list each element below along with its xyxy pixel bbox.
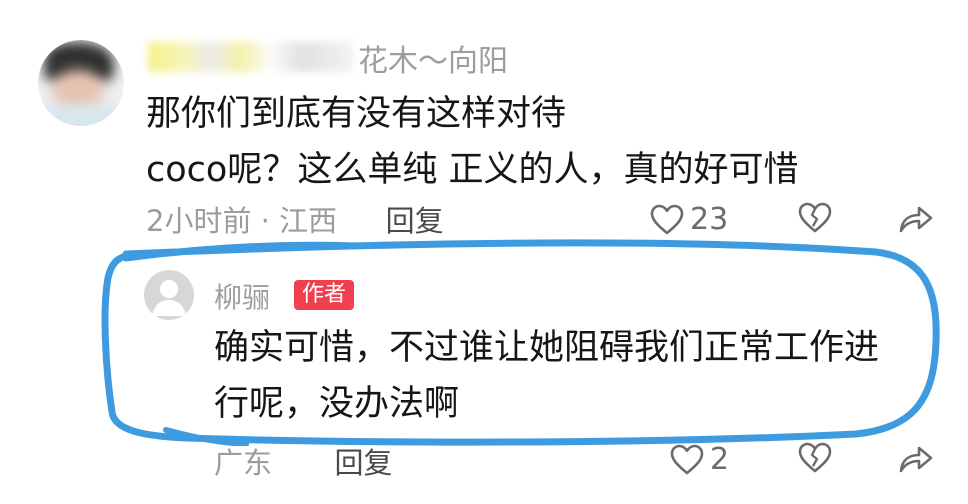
reply-line: 确实可惜，不过谁让她阻碍我们正常工作进 xyxy=(214,328,880,368)
reply-body: 确实可惜，不过谁让她阻碍我们正常工作进 行呢，没办法啊 xyxy=(214,320,934,432)
reply-like-button[interactable]: 2 xyxy=(670,442,729,477)
reply-share-button[interactable] xyxy=(898,444,934,474)
meta-dot: · xyxy=(260,204,270,238)
reply-avatar[interactable] xyxy=(144,270,194,320)
comment-share-button[interactable] xyxy=(898,204,934,234)
comment-dislike-button[interactable] xyxy=(798,202,832,234)
avatar-blur-shirt xyxy=(38,104,124,126)
reply-meta: 广东 回复 xyxy=(214,440,392,482)
reply-line: 行呢，没办法啊 xyxy=(214,384,460,424)
reply-reply-button[interactable]: 回复 xyxy=(334,446,392,480)
comment-line: coco呢？这么单纯 正义的人，真的好可惜 xyxy=(146,150,799,190)
comment-body: 那你们到底有没有这样对待 coco呢？这么单纯 正义的人，真的好可惜 xyxy=(146,86,926,198)
reply-location: 广东 xyxy=(214,446,273,480)
share-arrow-icon xyxy=(898,444,934,474)
username-redaction xyxy=(148,42,353,72)
author-badge: 作者 xyxy=(294,280,355,310)
commenter-avatar[interactable] xyxy=(38,40,124,126)
comment-like-count: 23 xyxy=(690,202,729,237)
comment-meta: 2小时前 · 江西 回复 xyxy=(146,198,444,240)
comment-like-button[interactable]: 23 xyxy=(650,202,728,237)
comment-location: 江西 xyxy=(279,204,338,238)
comment-reply-button[interactable]: 回复 xyxy=(386,204,444,238)
commenter-username[interactable]: 花木～向阳 xyxy=(148,34,528,79)
share-arrow-icon xyxy=(898,204,934,234)
broken-heart-icon xyxy=(798,202,832,234)
reply-username[interactable]: 柳骊 xyxy=(214,276,270,316)
reply-dislike-button[interactable] xyxy=(798,442,832,474)
username-visible-part: 花木～向阳 xyxy=(358,44,508,79)
default-avatar-icon xyxy=(144,280,194,320)
comment-thread: 花木～向阳 那你们到底有没有这样对待 coco呢？这么单纯 正义的人，真的好可惜… xyxy=(0,0,968,504)
broken-heart-icon xyxy=(798,442,832,474)
heart-icon xyxy=(650,204,684,236)
heart-icon xyxy=(670,444,704,476)
comment-line: 那你们到底有没有这样对待 xyxy=(146,94,567,134)
comment-time: 2小时前 xyxy=(146,204,252,238)
reply-like-count: 2 xyxy=(710,442,730,477)
